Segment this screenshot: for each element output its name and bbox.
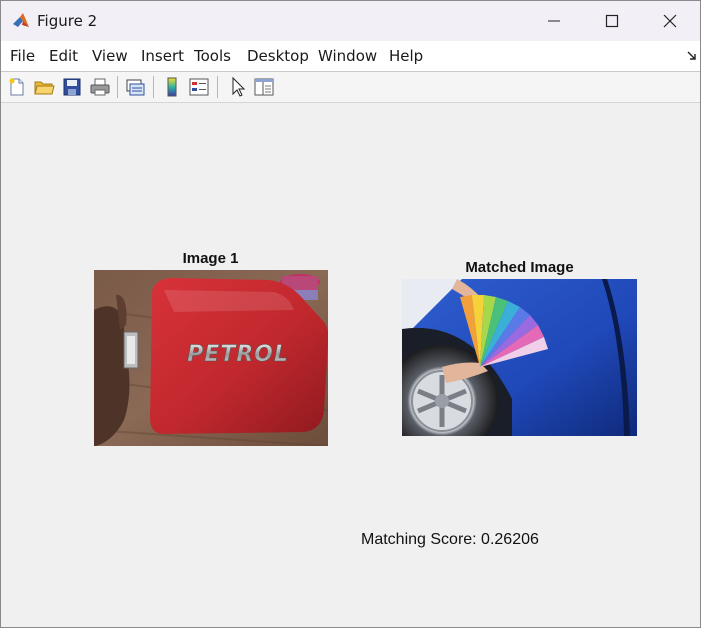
maximize-icon — [605, 14, 619, 28]
new-figure-icon[interactable] — [6, 76, 28, 98]
toolbar-separator — [217, 76, 218, 98]
menu-help[interactable]: Help — [389, 47, 423, 65]
minimize-button[interactable] — [525, 1, 583, 41]
image1-title: Image 1 — [182, 250, 239, 267]
figure-window: Figure 2 File Edit View Insert Tools Des… — [0, 0, 701, 628]
minimize-icon — [548, 20, 560, 22]
dock-figure-icon[interactable] — [686, 50, 698, 62]
toolbar-separator — [117, 76, 118, 98]
menu-insert[interactable]: Insert — [141, 47, 184, 65]
maximize-button[interactable] — [583, 1, 641, 41]
petrol-emblem: PETROL — [187, 342, 289, 367]
colorbar-icon[interactable] — [161, 76, 183, 98]
open-file-icon[interactable] — [33, 76, 55, 98]
menu-edit[interactable]: Edit — [49, 47, 78, 65]
menu-file[interactable]: File — [10, 47, 35, 65]
menu-desktop[interactable]: Desktop — [247, 47, 309, 65]
property-inspector-icon[interactable] — [253, 76, 275, 98]
toolbar-separator — [153, 76, 154, 98]
print-icon[interactable] — [89, 76, 111, 98]
matching-score-label: Matching Score: 0.26206 — [361, 531, 539, 548]
matlab-logo-icon — [13, 13, 29, 27]
image2-title: Matched Image — [465, 259, 574, 276]
link-plot-icon[interactable] — [124, 76, 146, 98]
save-icon[interactable] — [61, 76, 83, 98]
window-title: Figure 2 — [37, 12, 98, 30]
menu-tools[interactable]: Tools — [194, 47, 231, 65]
close-button[interactable] — [641, 1, 699, 41]
figure-canvas: Image 1 PETROL Matched Image Matching Sc… — [1, 103, 700, 627]
menu-window[interactable]: Window — [318, 47, 377, 65]
close-icon — [663, 14, 677, 28]
title-bar: Figure 2 — [1, 1, 700, 41]
image2-matched-car — [402, 279, 637, 436]
figure-toolbar — [1, 72, 700, 103]
pointer-icon[interactable] — [227, 76, 249, 98]
menu-view[interactable]: View — [92, 47, 128, 65]
legend-icon[interactable] — [188, 76, 210, 98]
image1-petrol-cap: PETROL — [94, 270, 328, 446]
menu-bar: File Edit View Insert Tools Desktop Wind… — [1, 41, 700, 72]
